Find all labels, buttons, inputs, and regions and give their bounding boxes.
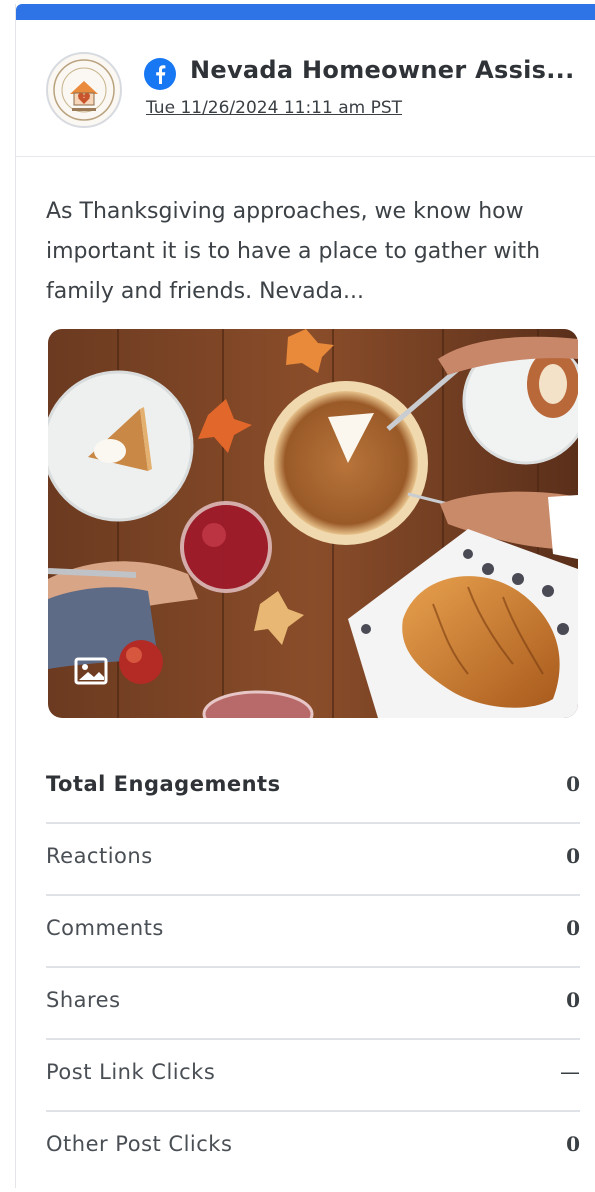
avatar-logo-icon [53,59,115,121]
post-header: Nevada Homeowner Assis... Tue 11/26/2024… [16,20,595,157]
page-name[interactable]: Nevada Homeowner Assis... [190,56,575,84]
metric-label: Shares [46,988,121,1012]
metric-row-comments: Comments 0 [46,894,580,968]
metric-row-other-post-clicks: Other Post Clicks 0 [46,1110,580,1182]
metric-label: Other Post Clicks [46,1132,233,1156]
metric-row-post-link-clicks: Post Link Clicks — [46,1038,580,1112]
metric-value: 0 [566,1132,580,1156]
post-card: Nevada Homeowner Assis... Tue 11/26/2024… [15,4,595,1188]
metric-value: — [560,1060,580,1084]
metric-label: Post Link Clicks [46,1060,216,1084]
metric-row-shares: Shares 0 [46,966,580,1040]
thanksgiving-table-photo [48,329,578,718]
metric-value: 0 [566,916,580,940]
metric-label: Reactions [46,844,153,868]
post-timestamp-link[interactable]: Tue 11/26/2024 11:11 am PST [146,98,402,118]
metric-value: 0 [566,988,580,1012]
metric-value: 0 [566,772,580,796]
post-text: As Thanksgiving approaches, we know how … [46,199,541,304]
metric-row-reactions: Reactions 0 [46,822,580,896]
card-accent-bar [16,4,595,20]
image-icon [74,657,108,685]
page-avatar[interactable] [46,52,122,128]
facebook-icon [144,58,176,90]
metric-value: 0 [566,844,580,868]
metric-row-total-engagements: Total Engagements 0 [46,750,580,824]
post-image[interactable] [48,329,578,718]
metric-label: Comments [46,916,164,940]
metric-label: Total Engagements [46,772,281,796]
